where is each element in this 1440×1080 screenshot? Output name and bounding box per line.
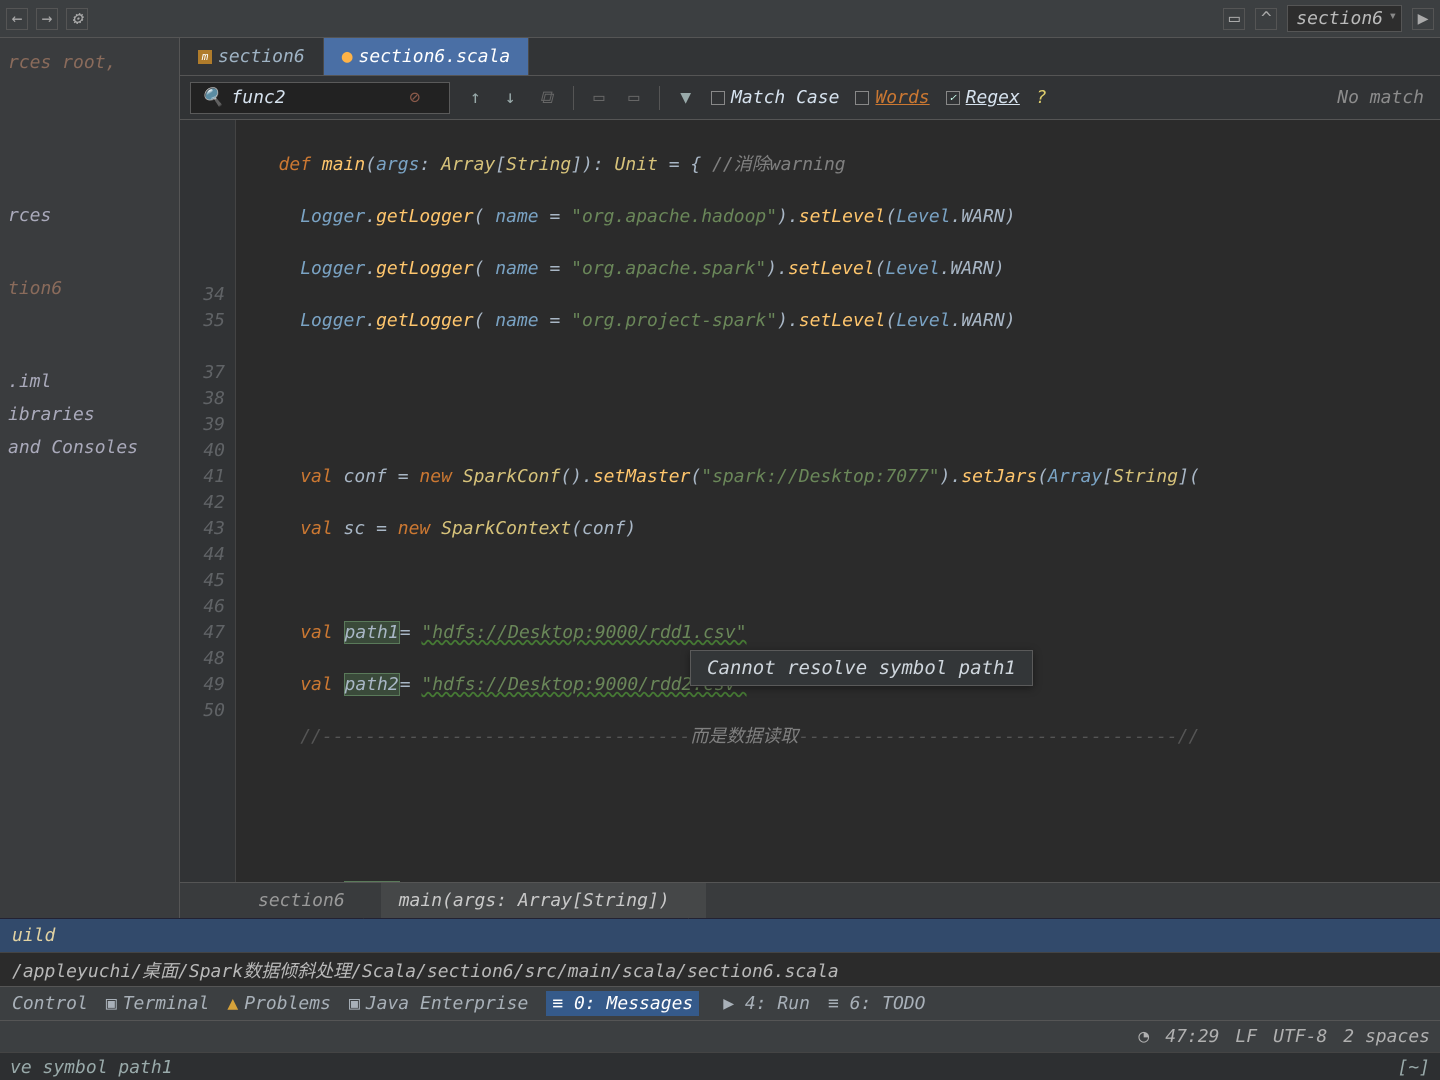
sidebar-item[interactable]: ibraries — [6, 398, 173, 431]
status-message: ve symbol path1 — [10, 1057, 173, 1078]
breadcrumb-class[interactable]: section6 — [240, 883, 381, 918]
breadcrumb-method[interactable]: main(args: Array[String]) — [381, 883, 706, 918]
find-bar: 🔍 ⊘ ↑ ↓ ⧉ ▭ ▭ ▼ Match Case Words ✓ Regex — [180, 76, 1440, 120]
warning-icon: ▲ — [227, 993, 238, 1014]
regex-help-icon[interactable]: ? — [1036, 87, 1047, 108]
tab-label: section6 — [218, 46, 305, 67]
file-encoding[interactable]: UTF-8 — [1273, 1026, 1327, 1047]
separator — [659, 86, 660, 110]
status-bar: ◔ 47:29 LF UTF-8 2 spaces — [0, 1020, 1440, 1052]
build-file-path: /appleyuchi/桌面/Spark数据倾斜处理/Scala/section… — [0, 952, 1440, 986]
clock-icon: ◔ — [1138, 1026, 1149, 1047]
nav-fwd-icon[interactable]: → — [36, 8, 58, 30]
tool-problems[interactable]: ▲Problems — [227, 993, 331, 1014]
tool-messages[interactable]: ≡ 0: Messages — [546, 991, 699, 1016]
breadcrumb: section6 main(args: Array[String]) — [180, 882, 1440, 918]
status-right: [~] — [1397, 1057, 1430, 1078]
match-case-option[interactable]: Match Case — [711, 87, 839, 108]
regex-option[interactable]: ✓ Regex — [946, 87, 1020, 108]
tool-window-bar: Control ▣Terminal ▲Problems ▣Java Enterp… — [0, 986, 1440, 1020]
run-icon[interactable]: ▶ — [1412, 8, 1434, 30]
line-separator[interactable]: LF — [1235, 1026, 1257, 1047]
build-panel-header[interactable]: uild — [0, 918, 1440, 952]
sidebar-item[interactable]: rces root, — [6, 46, 173, 79]
find-next-button[interactable]: ↓ — [501, 87, 520, 108]
nav-back-icon[interactable]: ← — [6, 8, 28, 30]
checkbox-icon: ✓ — [946, 91, 960, 105]
find-prev-button[interactable]: ↑ — [466, 87, 485, 108]
build-label: uild — [12, 925, 55, 946]
add-sel-button[interactable]: ▭ — [624, 87, 643, 108]
gear-icon[interactable]: ⚙ — [66, 8, 88, 30]
code-text[interactable]: def main(args: Array[String]): Unit = { … — [236, 120, 1440, 882]
tab-label: section6.scala — [359, 46, 511, 67]
tool-todo[interactable]: ≡ 6: TODO — [828, 993, 926, 1014]
find-input[interactable] — [231, 87, 401, 108]
select-occ-button[interactable]: ▭ — [590, 87, 609, 108]
java-icon: ▣ — [349, 993, 360, 1014]
terminal-icon: ▣ — [106, 993, 117, 1014]
top-toolbar: ← → ⚙ ▭ ^ section6 ▶ — [0, 0, 1440, 38]
tool-terminal[interactable]: ▣Terminal — [106, 993, 210, 1014]
indent-info[interactable]: 2 spaces — [1343, 1026, 1430, 1047]
clear-search-icon[interactable]: ⊘ — [409, 87, 420, 108]
sidebar-item[interactable]: .iml — [6, 365, 173, 398]
gutter: 34 35 37 38 39 40 41 42 43 44 45 46 47 4… — [180, 120, 236, 882]
run-config-dropdown[interactable]: section6 — [1287, 5, 1402, 32]
checkbox-icon — [711, 91, 725, 105]
find-result-label: No match — [1337, 87, 1430, 108]
words-option[interactable]: Words — [855, 87, 929, 108]
find-input-wrapper: 🔍 ⊘ — [190, 82, 450, 114]
dirty-dot-icon: ● — [342, 46, 353, 67]
window-segment-icon[interactable]: ▭ — [1223, 8, 1245, 30]
tab-section6-scala[interactable]: ● section6.scala — [324, 38, 530, 75]
tool-java-enterprise[interactable]: ▣Java Enterprise — [349, 993, 528, 1014]
sidebar-item[interactable]: tion6 — [6, 272, 173, 305]
error-tooltip: Cannot resolve symbol path1 — [690, 650, 1033, 686]
filter-icon[interactable]: ▼ — [676, 87, 695, 108]
module-icon: m — [198, 50, 212, 64]
status-message-bar: ve symbol path1 [~] — [0, 1052, 1440, 1080]
project-sidebar[interactable]: rces root, rces tion6 .iml ibraries and … — [0, 38, 180, 918]
checkbox-icon — [855, 91, 869, 105]
code-editor[interactable]: 34 35 37 38 39 40 41 42 43 44 45 46 47 4… — [180, 120, 1440, 882]
editor-tabs: m section6 ● section6.scala — [180, 38, 1440, 76]
tab-section6[interactable]: m section6 — [180, 38, 324, 75]
sidebar-item[interactable]: and Consoles — [6, 431, 173, 464]
tool-version-control[interactable]: Control — [12, 993, 88, 1014]
caret-position[interactable]: 47:29 — [1165, 1026, 1219, 1047]
sidebar-item[interactable]: rces — [6, 199, 173, 232]
find-all-button[interactable]: ⧉ — [536, 87, 557, 108]
search-icon: 🔍 — [201, 87, 223, 108]
tool-run[interactable]: ▶ 4: Run — [717, 993, 810, 1014]
separator — [573, 86, 574, 110]
window-max-icon[interactable]: ^ — [1255, 8, 1277, 30]
